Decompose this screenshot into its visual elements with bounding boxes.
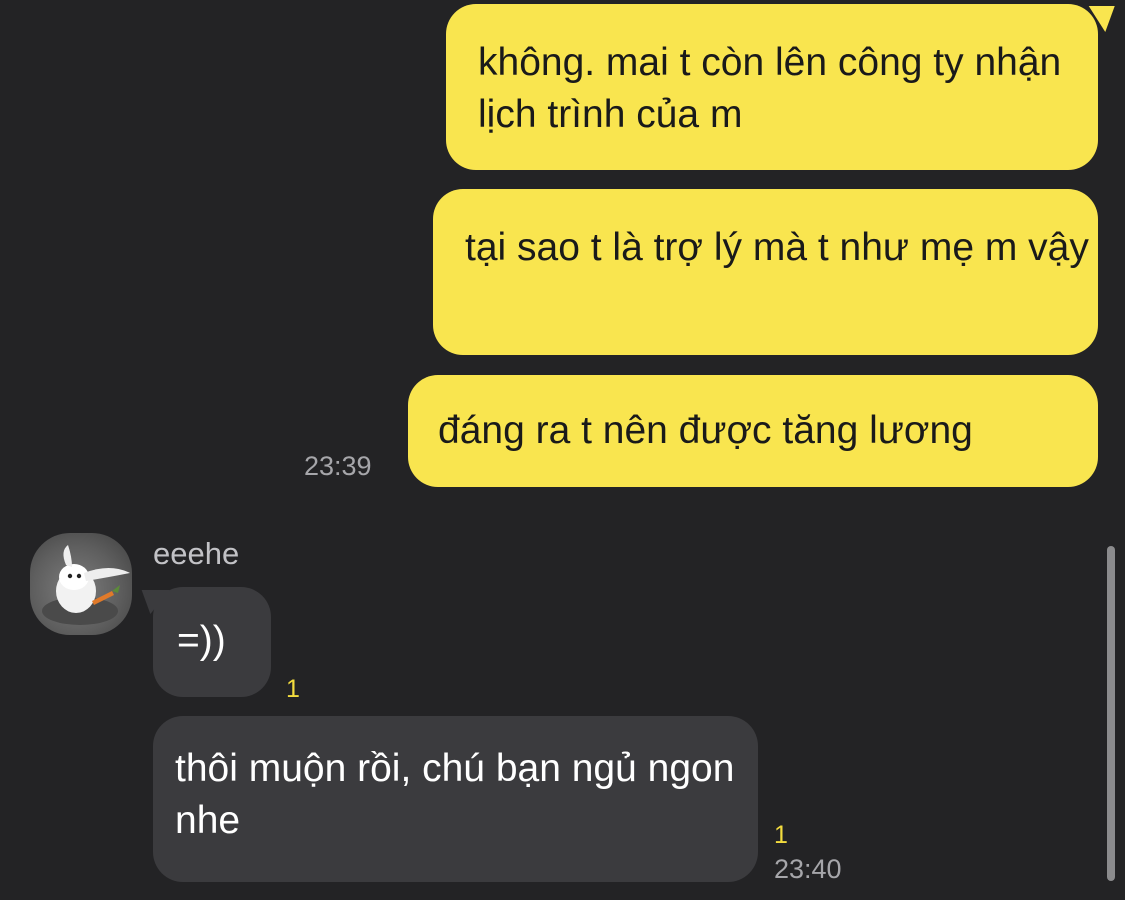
contact-avatar[interactable] — [30, 533, 132, 635]
scrollbar[interactable] — [1107, 546, 1115, 881]
sent-message-3-text: đáng ra t nên được tăng lương — [438, 409, 973, 452]
sent-timestamp: 23:39 — [304, 451, 372, 481]
received-message-2[interactable]: thôi muộn rồi, chú bạn ngủ ngon nhe — [153, 716, 758, 882]
sent-message-2-text: tại sao t là trợ lý mà t như mẹ m vậy — [465, 226, 1089, 269]
sent-message-1-text: không. mai t còn lên công ty nhận lịch t… — [478, 41, 1062, 136]
unread-count-1: 1 — [286, 675, 300, 703]
snowball-bunny-icon — [42, 545, 130, 625]
received-timestamp: 23:40 — [774, 854, 842, 884]
received-message-2-text: thôi muộn rồi, chú bạn ngủ ngon nhe — [175, 747, 735, 842]
sent-message-3[interactable]: đáng ra t nên được tăng lương — [408, 375, 1098, 487]
received-message-1-text: =)) — [177, 619, 226, 662]
sent-message-2[interactable]: tại sao t là trợ lý mà t như mẹ m vậy — [433, 189, 1098, 355]
sent-message-1[interactable]: không. mai t còn lên công ty nhận lịch t… — [446, 4, 1098, 170]
contact-name: eeehe — [153, 536, 240, 571]
unread-count-2: 1 — [774, 821, 788, 849]
